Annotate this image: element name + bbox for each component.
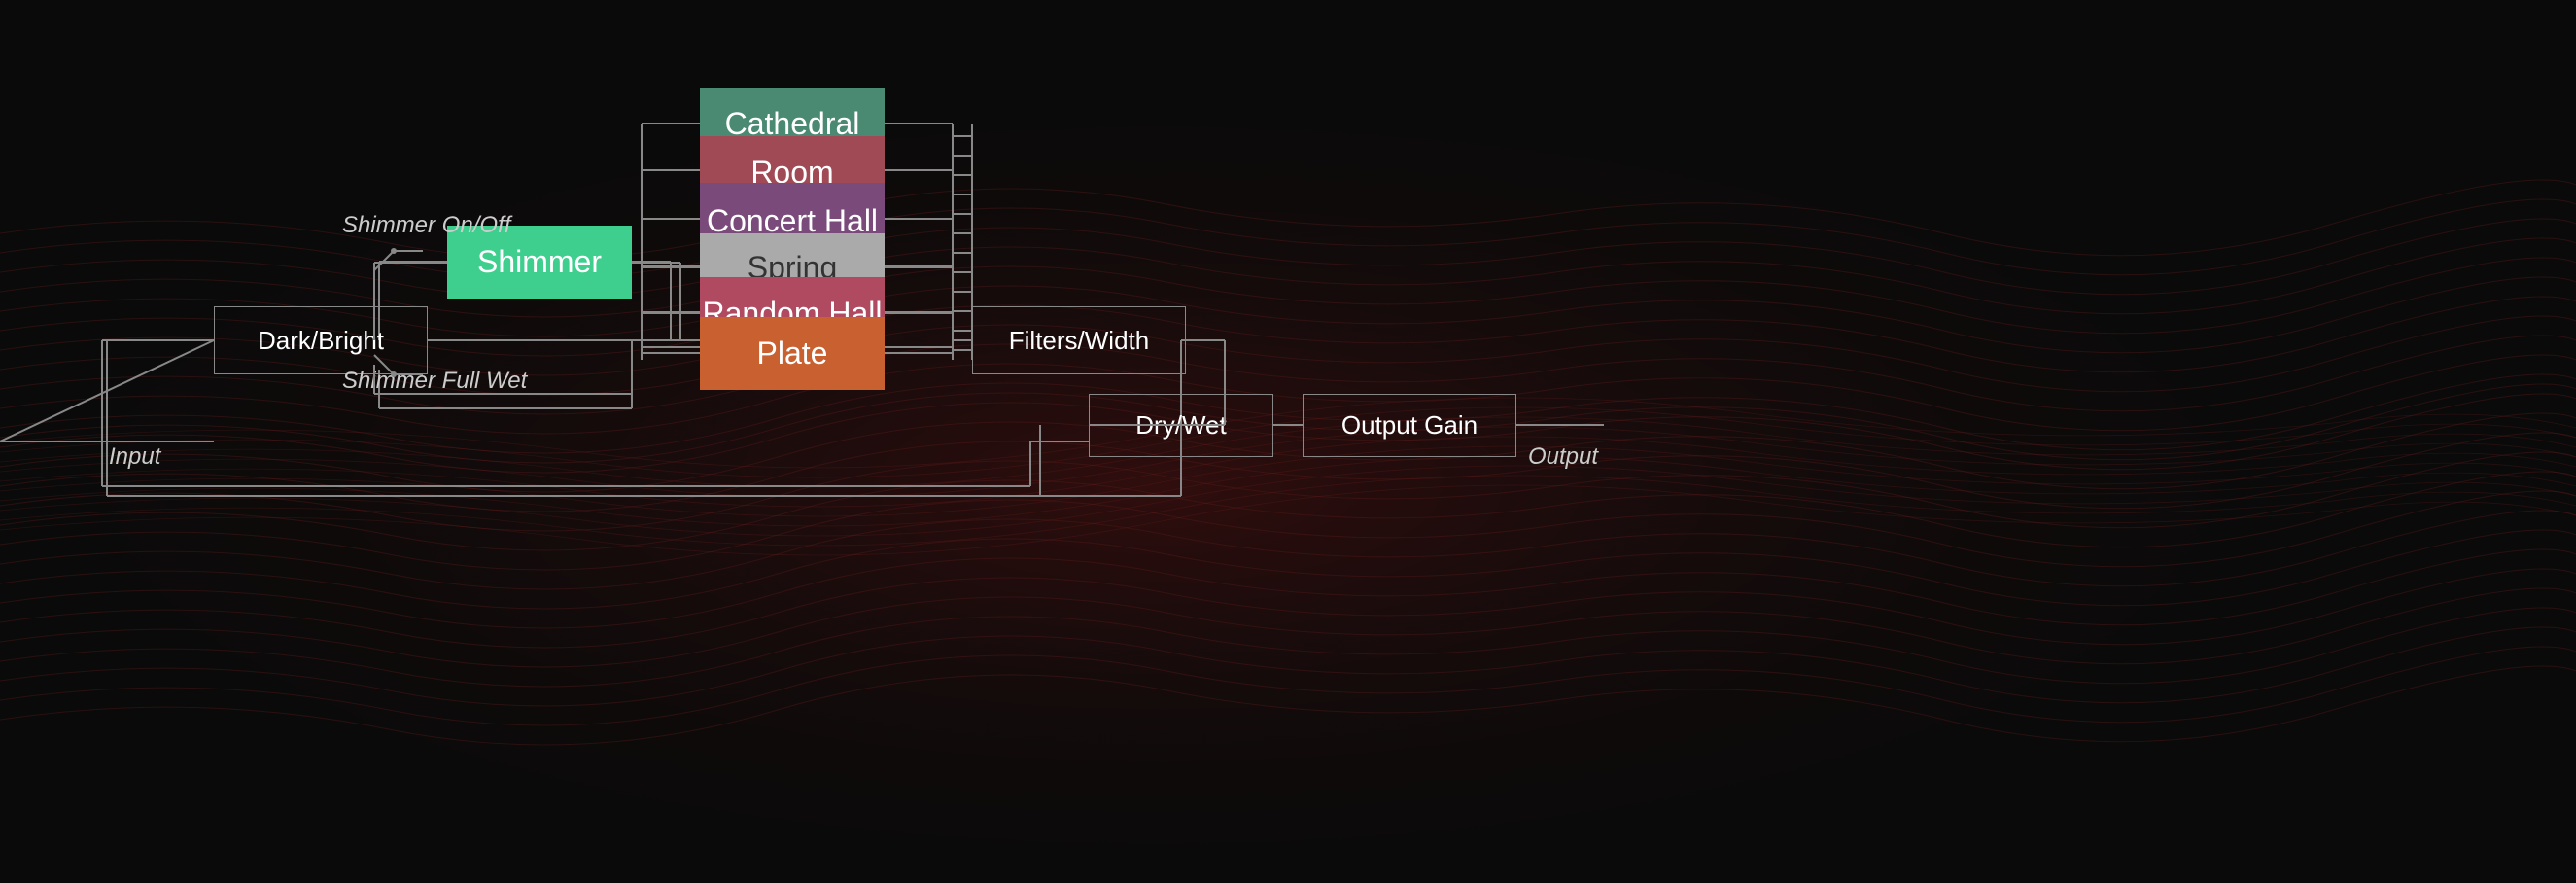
filters-width-box[interactable]: Filters/Width — [972, 306, 1186, 374]
plate-label: Plate — [757, 336, 828, 371]
dry-wet-label: Dry/Wet — [1135, 410, 1226, 441]
output-label: Output — [1528, 442, 1598, 472]
dark-bright-label: Dark/Bright — [258, 326, 384, 356]
output-gain-box[interactable]: Output Gain — [1303, 394, 1516, 457]
dry-wet-box[interactable]: Dry/Wet — [1089, 394, 1273, 457]
shimmer-label: Shimmer — [477, 244, 602, 280]
shimmer-on-off-label: Shimmer On/Off — [342, 212, 510, 240]
input-label: Input — [109, 442, 160, 472]
output-gain-label: Output Gain — [1341, 410, 1478, 441]
filters-width-label: Filters/Width — [1009, 326, 1149, 356]
plate-box[interactable]: Plate — [700, 317, 885, 390]
